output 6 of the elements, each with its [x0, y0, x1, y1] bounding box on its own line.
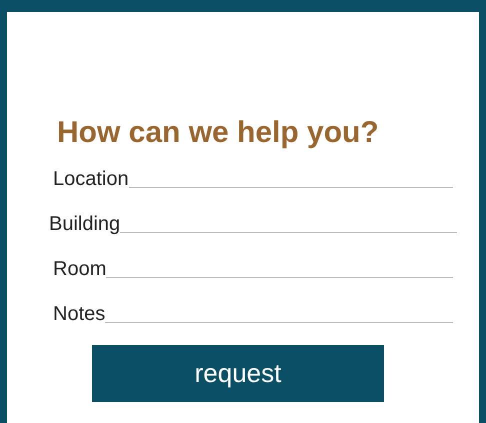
- field-label: Location: [53, 168, 129, 190]
- field-label: Room: [53, 258, 106, 280]
- field-label: Building: [49, 213, 120, 235]
- request-button[interactable]: request: [92, 345, 384, 402]
- heading: How can we help you?: [57, 116, 380, 150]
- field-label: Notes: [53, 303, 106, 325]
